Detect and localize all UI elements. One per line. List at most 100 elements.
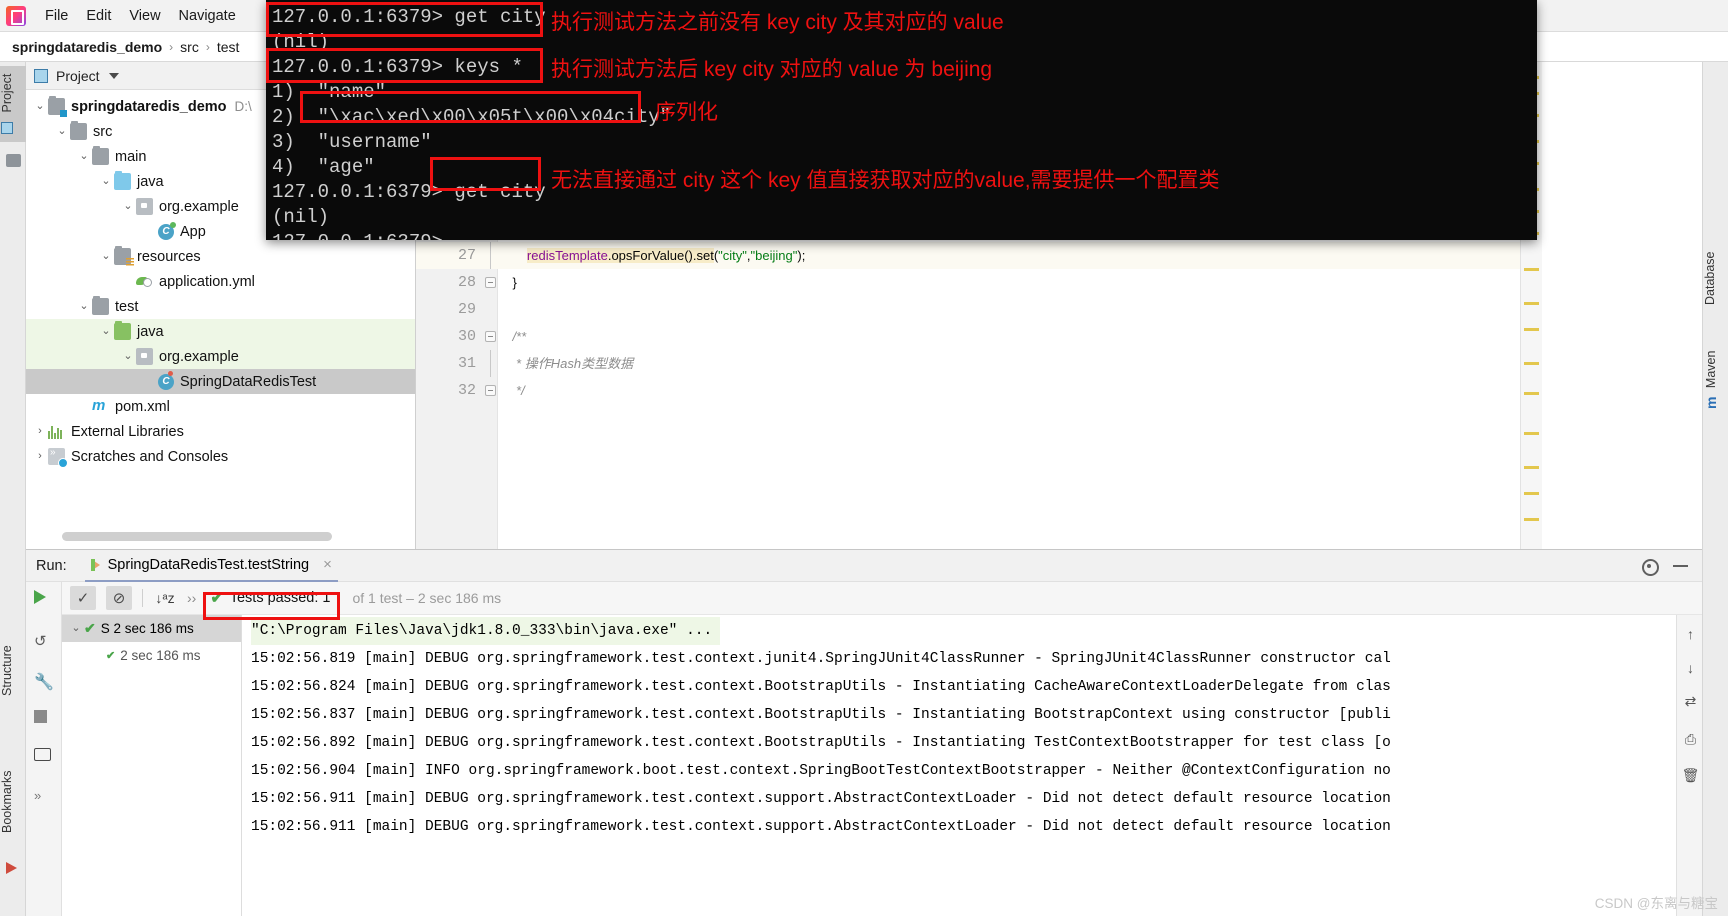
- bookmark-flag-icon: [6, 862, 17, 874]
- breadcrumb-item-project[interactable]: springdataredis_demo: [12, 39, 162, 55]
- stop-icon[interactable]: [34, 710, 54, 730]
- intellij-logo-icon: [6, 5, 26, 26]
- chevron-down-icon[interactable]: [108, 72, 119, 79]
- chevron-down-icon[interactable]: ⌄: [32, 101, 48, 112]
- tree-item-java[interactable]: ⌄ java: [26, 319, 415, 344]
- sidebar-item-maven[interactable]: m Maven: [1703, 342, 1728, 418]
- chevron-down-icon[interactable]: ⌄: [120, 201, 136, 212]
- scroll-down-icon[interactable]: ↓: [1682, 659, 1699, 676]
- tree-item-label: src: [93, 123, 113, 140]
- folder-icon: [92, 296, 109, 315]
- chevron-right-icon[interactable]: ›: [32, 426, 48, 437]
- test-tree-row[interactable]: ⌄ ✔ S 2 sec 186 ms: [62, 615, 241, 642]
- chevron-down-icon[interactable]: ⌄: [76, 151, 92, 162]
- terminal-line: 127.0.0.1:6379>: [272, 229, 443, 240]
- rerun-icon[interactable]: [34, 590, 54, 610]
- breadcrumb-item-src[interactable]: src: [180, 39, 199, 55]
- console-log-line: 15:02:56.892 [main] DEBUG org.springfram…: [251, 735, 1391, 751]
- menu-item-navigate[interactable]: Navigate: [170, 5, 245, 27]
- resources-folder-icon: [114, 246, 134, 266]
- java-test-class-icon: C: [158, 370, 174, 390]
- minimize-icon[interactable]: [1673, 564, 1688, 567]
- tree-item-test[interactable]: ⌄ test: [26, 294, 415, 319]
- run-configuration-icon: [90, 558, 100, 571]
- chevron-down-icon[interactable]: ⌄: [68, 623, 84, 634]
- module-folder-icon: [48, 96, 67, 117]
- test-tree-row[interactable]: ✔ 2 sec 186 ms: [62, 642, 241, 669]
- chevron-down-icon[interactable]: ⌄: [98, 326, 114, 337]
- console-output[interactable]: "C:\Program Files\Java\jdk1.8.0_333\bin\…: [243, 615, 1676, 916]
- tree-item-label: SpringDataRedisTest: [180, 373, 317, 390]
- sidebar-item-structure[interactable]: Structure: [0, 622, 26, 720]
- chevron-down-icon[interactable]: ⌄: [120, 351, 136, 362]
- sort-alphabetically-icon[interactable]: ↓ᵃz: [153, 586, 177, 610]
- code-fold-marker[interactable]: [484, 377, 496, 404]
- sidebar-item-database[interactable]: Database: [1703, 232, 1728, 324]
- screenshot-icon[interactable]: [34, 748, 54, 768]
- folder-rail-icon[interactable]: [6, 154, 21, 167]
- print-icon[interactable]: ⎙: [1682, 731, 1699, 748]
- status-badge: ✔ Tests passed: 1: [206, 587, 334, 609]
- project-panel-title: Project: [56, 67, 100, 84]
- tree-item-scratches-and-consoles[interactable]: › Scratches and Consoles: [26, 444, 415, 469]
- code-fold-marker[interactable]: [484, 269, 496, 296]
- tree-item-pom-xml[interactable]: m pom.xml: [26, 394, 415, 419]
- project-tree-hscrollbar[interactable]: [62, 532, 332, 541]
- code-line: /**: [498, 329, 527, 344]
- menu-item-file[interactable]: File: [36, 5, 77, 27]
- tree-item-org-example[interactable]: ⌄ org.example: [26, 344, 415, 369]
- sidebar-item-project[interactable]: Project: [0, 66, 26, 142]
- libraries-icon: [48, 425, 65, 439]
- line-number: 29: [457, 301, 476, 318]
- tree-item-label: Scratches and Consoles: [71, 448, 229, 465]
- code-fold-marker[interactable]: [484, 242, 496, 269]
- console-log-line: 15:02:56.911 [main] DEBUG org.springfram…: [251, 819, 1391, 835]
- tree-item-application-yml[interactable]: application.yml: [26, 269, 415, 294]
- show-passed-icon[interactable]: ✓: [70, 586, 96, 610]
- package-icon: [136, 348, 153, 365]
- show-ignored-icon[interactable]: ⊘: [106, 586, 132, 610]
- code-line: }: [498, 275, 517, 290]
- tree-item-springdataredistest[interactable]: C SpringDataRedisTest: [26, 369, 415, 394]
- chevron-down-icon[interactable]: ⌄: [54, 126, 70, 137]
- source-folder-blue-icon: [114, 171, 131, 190]
- line-number: 32: [457, 382, 476, 399]
- run-tab[interactable]: SpringDataRedisTest.testString ×: [84, 550, 338, 582]
- code-fold-marker[interactable]: [484, 323, 496, 350]
- breadcrumb-item-test[interactable]: test: [217, 39, 240, 55]
- sidebar-item-bookmarks[interactable]: Bookmarks: [0, 752, 26, 852]
- close-icon[interactable]: ×: [323, 556, 332, 573]
- test-tree-label: 2 sec 186 ms: [120, 648, 201, 663]
- annotation-text: 序列化: [655, 101, 718, 124]
- package-icon: [136, 198, 153, 215]
- scroll-up-icon[interactable]: ↑: [1682, 625, 1699, 642]
- tree-item-external-libraries[interactable]: › External Libraries: [26, 419, 415, 444]
- code-line: */: [498, 383, 525, 398]
- wrench-icon[interactable]: 🔧: [34, 672, 54, 692]
- redis-cli-terminal[interactable]: 127.0.0.1:6379> get city (nil) 127.0.0.1:6…: [266, 0, 1537, 240]
- terminal-line: 4) "age": [272, 156, 375, 178]
- expand-icon[interactable]: ››: [187, 590, 196, 606]
- chevron-down-icon[interactable]: ⌄: [76, 301, 92, 312]
- test-results-tree[interactable]: ⌄ ✔ S 2 sec 186 ms ✔ 2 sec 186 ms: [62, 615, 242, 916]
- terminal-line: 1) "name": [272, 81, 387, 103]
- gear-icon[interactable]: [1640, 557, 1659, 576]
- clear-all-icon[interactable]: 🗑: [1682, 767, 1700, 784]
- menu-item-view[interactable]: View: [120, 5, 169, 27]
- yml-file-icon: [136, 274, 153, 289]
- annotation-text: 执行测试方法之前没有 key city 及其对应的 value: [551, 11, 1004, 34]
- menu-item-edit[interactable]: Edit: [77, 5, 120, 27]
- tree-item-resources[interactable]: ⌄ resources: [26, 244, 415, 269]
- folder-icon: [70, 121, 87, 140]
- dropdown-icon[interactable]: »: [34, 788, 54, 808]
- chevron-right-icon[interactable]: ›: [32, 451, 48, 462]
- console-command-line: "C:\Program Files\Java\jdk1.8.0_333\bin\…: [251, 617, 721, 645]
- java-class-runnable-icon: C: [158, 221, 176, 240]
- code-fold-marker[interactable]: [484, 350, 496, 377]
- chevron-down-icon[interactable]: ⌄: [98, 176, 114, 187]
- rerun-failed-icon[interactable]: ↺: [34, 632, 54, 652]
- chevron-down-icon[interactable]: ⌄: [98, 251, 114, 262]
- tree-item-label: org.example: [159, 348, 239, 365]
- soft-wrap-icon[interactable]: ⇄: [1682, 693, 1699, 710]
- tree-item-label: main: [115, 148, 147, 165]
